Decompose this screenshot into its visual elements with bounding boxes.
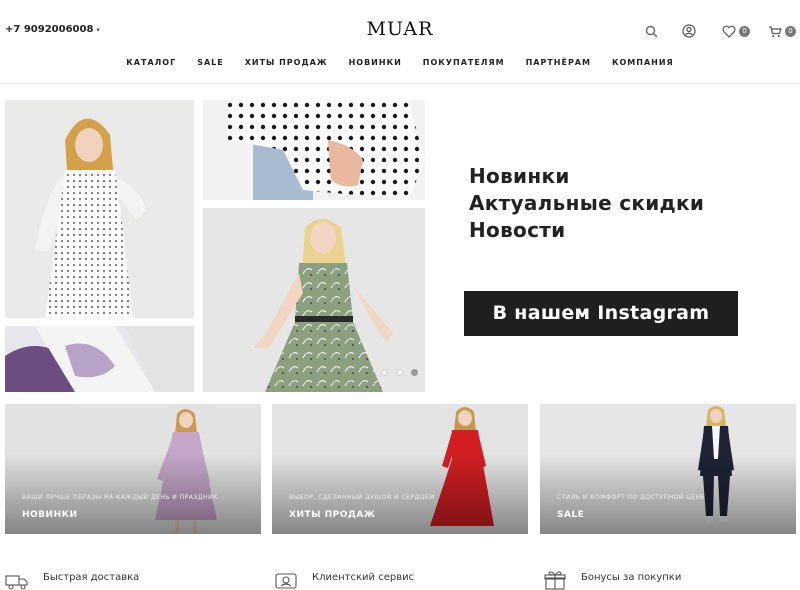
- hero-photo-polka-dress[interactable]: [5, 100, 194, 318]
- nav-item-new[interactable]: НОВИНКИ: [349, 58, 402, 67]
- hero-slider-dots: [381, 369, 418, 376]
- feature-label: Бонусы за покупки: [581, 572, 682, 583]
- header-icons: 0 0: [642, 22, 796, 40]
- slider-dot-1[interactable]: [381, 369, 388, 376]
- promo-line-discounts: Актуальные скидки: [469, 191, 705, 215]
- site-logo[interactable]: MUAR: [340, 18, 460, 40]
- wishlist-count-badge: 0: [739, 25, 750, 37]
- category-card-new[interactable]: ВАШИ ЛУЧШЕ ОБРАЗЫ НА КАЖДЫЙ ДЕНЬ И ПРАЗД…: [5, 404, 261, 534]
- hero-photo-floral-fabric[interactable]: [5, 326, 194, 392]
- nav-item-bestsellers[interactable]: ХИТЫ ПРОДАЖ: [245, 58, 328, 67]
- hero-photo-polka-blouse[interactable]: [203, 100, 425, 200]
- card-subtitle: ВЫБОР, СДЕЛАННЫЙ ДУШОЙ И СЕРДЦЕМ: [289, 494, 435, 501]
- nav-item-catalog[interactable]: КАТАЛОГ: [126, 58, 176, 67]
- feature-label: Быстрая доставка: [43, 572, 140, 583]
- heart-icon: [720, 22, 738, 40]
- nav-item-partners[interactable]: ПАРТНЁРАМ: [526, 58, 591, 67]
- feature-delivery: Быстрая доставка: [5, 570, 139, 590]
- card-subtitle: СТИЛЬ И КОМФОРТ ПО ДОСТУПНОЙ ЦЕНЕ: [557, 494, 705, 501]
- site-header: +7 9092006008 ▾ MUAR 0 0 КАТАЛОГ SALE ХИТ…: [0, 0, 800, 84]
- headset-icon: [274, 570, 298, 590]
- nav-item-sale[interactable]: SALE: [197, 58, 224, 67]
- cart-icon: [766, 22, 784, 40]
- cart-count-badge: 0: [785, 25, 796, 37]
- nav-item-company[interactable]: КОМПАНИЯ: [612, 58, 674, 67]
- search-icon[interactable]: [642, 22, 660, 40]
- gift-icon: [543, 570, 567, 590]
- cart-button[interactable]: 0: [766, 22, 796, 40]
- chevron-down-icon[interactable]: ▾: [96, 26, 100, 34]
- card-title: НОВИНКИ: [22, 510, 78, 520]
- promo-line-new: Новинки: [469, 164, 570, 188]
- hero-photo-green-dress[interactable]: [203, 208, 425, 392]
- truck-icon: [5, 570, 29, 590]
- card-title: ХИТЫ ПРОДАЖ: [289, 510, 376, 520]
- phone-number[interactable]: +7 9092006008 ▾: [5, 24, 100, 35]
- slider-dot-2[interactable]: [396, 369, 403, 376]
- card-subtitle: ВАШИ ЛУЧШЕ ОБРАЗЫ НА КАЖДЫЙ ДЕНЬ И ПРАЗД…: [22, 494, 218, 501]
- card-title: SALE: [557, 510, 585, 520]
- category-card-sale[interactable]: СТИЛЬ И КОМФОРТ ПО ДОСТУПНОЙ ЦЕНЕ SALE: [540, 404, 796, 534]
- feature-bonuses: Бонусы за покупки: [543, 570, 681, 590]
- hero-promo-text: Новинки Актуальные скидки Новости: [469, 163, 704, 244]
- instagram-button[interactable]: В нашем Instagram: [464, 291, 738, 336]
- category-card-bestsellers[interactable]: ВЫБОР, СДЕЛАННЫЙ ДУШОЙ И СЕРДЦЕМ ХИТЫ ПР…: [272, 404, 528, 534]
- nav-item-customers[interactable]: ПОКУПАТЕЛЯМ: [423, 58, 505, 67]
- promo-line-news: Новости: [469, 218, 566, 242]
- feature-service: Клиентский сервис: [274, 570, 414, 590]
- main-nav: КАТАЛОГ SALE ХИТЫ ПРОДАЖ НОВИНКИ ПОКУПАТ…: [0, 58, 800, 67]
- user-icon[interactable]: [680, 22, 698, 40]
- feature-label: Клиентский сервис: [312, 572, 415, 583]
- slider-dot-3[interactable]: [411, 369, 418, 376]
- wishlist-button[interactable]: 0: [720, 22, 750, 40]
